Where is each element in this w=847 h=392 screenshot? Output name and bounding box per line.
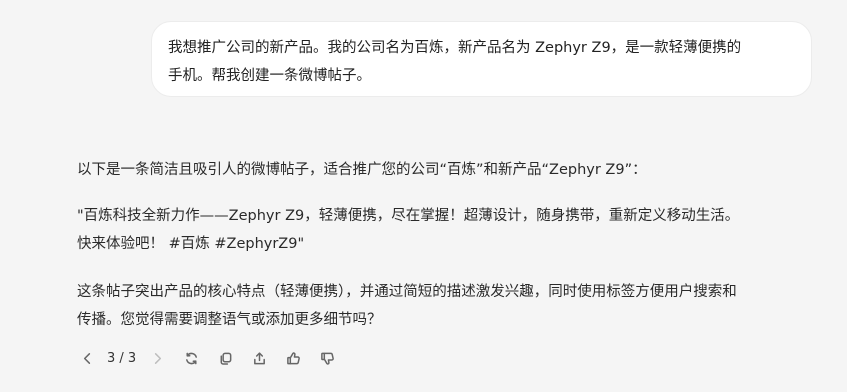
chevron-right-icon [154, 352, 161, 364]
response-action-bar: 3 / 3 [76, 346, 338, 370]
regenerate-button[interactable] [180, 347, 202, 369]
copy-button[interactable] [214, 347, 236, 369]
regenerate-icon [185, 352, 197, 364]
assistant-response: 以下是一条简洁且吸引人的微博帖子，适合推广您的公司“百炼”和新产品“Zephyr… [77, 156, 817, 328]
thumbs-up-button[interactable] [282, 347, 304, 369]
chat-page: 我想推广公司的新产品。我的公司名为百炼，新产品名为 Zephyr Z9，是一款轻… [0, 0, 847, 392]
share-icon [253, 351, 265, 364]
thumbs-down-icon [320, 352, 334, 365]
thumbs-down-button[interactable] [316, 347, 338, 369]
response-summary: 这条帖子突出产品的核心特点（轻薄便携），并通过简短的描述激发兴趣，同时使用标签方… [77, 278, 737, 334]
next-response-button[interactable] [146, 347, 168, 369]
response-pager: 3 / 3 [107, 350, 137, 366]
chevron-left-icon [83, 352, 90, 364]
response-summary-line-1: 这条帖子突出产品的核心特点（轻薄便携），并通过简短的描述激发兴趣，同时使用标签方… [77, 284, 737, 300]
share-button[interactable] [248, 347, 270, 369]
response-post-line-2: 快来体验吧！ #百炼 #ZephyrZ9" [77, 236, 305, 252]
response-post-line-1: "百炼科技全新力作——Zephyr Z9，轻薄便携，尽在掌握！超薄设计，随身携带… [77, 208, 740, 224]
copy-icon [220, 352, 232, 365]
response-post: "百炼科技全新力作——Zephyr Z9，轻薄便携，尽在掌握！超薄设计，随身携带… [77, 202, 739, 258]
response-intro: 以下是一条简洁且吸引人的微博帖子，适合推广您的公司“百炼”和新产品“Zephyr… [77, 162, 647, 178]
user-message-line-2: 手机。帮我创建一条微博帖子。 [168, 68, 371, 84]
previous-response-button[interactable] [76, 347, 98, 369]
response-summary-line-2: 传播。您觉得需要调整语气或添加更多细节吗？ [77, 312, 382, 328]
user-message-bubble: 我想推广公司的新产品。我的公司名为百炼，新产品名为 Zephyr Z9，是一款轻… [151, 21, 812, 97]
user-message-line-1: 我想推广公司的新产品。我的公司名为百炼，新产品名为 Zephyr Z9，是一款轻… [168, 40, 742, 56]
thumbs-up-icon [286, 351, 300, 364]
